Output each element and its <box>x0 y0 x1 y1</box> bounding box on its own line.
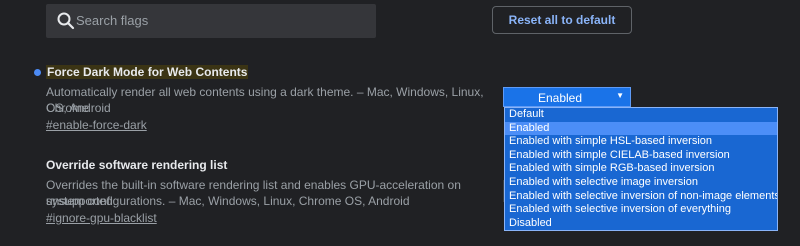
flag-link-force-dark[interactable]: #enable-force-dark <box>46 118 147 132</box>
search-icon <box>57 12 75 30</box>
chevron-down-icon: ▼ <box>616 91 624 100</box>
option-selective-image-inversion[interactable]: Enabled with selective image inversion <box>505 176 777 190</box>
option-disabled[interactable]: Disabled <box>505 217 777 230</box>
select-value: Enabled <box>537 91 583 105</box>
option-rgb-inversion[interactable]: Enabled with simple RGB-based inversion <box>505 162 777 176</box>
search-box[interactable]: Search flags <box>46 4 376 38</box>
flag-description-line-2: OS, Android <box>46 101 111 115</box>
force-dark-select[interactable]: Enabled ▼ <box>503 87 631 107</box>
option-default[interactable]: Default <box>505 108 777 122</box>
force-dark-dropdown-list[interactable]: Default Enabled Enabled with simple HSL-… <box>504 107 778 231</box>
flag-description-line-2: system configurations. – Mac, Windows, L… <box>46 194 410 208</box>
flag-title-force-dark: Force Dark Mode for Web Contents <box>46 65 249 79</box>
option-hsl-inversion[interactable]: Enabled with simple HSL-based inversion <box>505 135 777 149</box>
option-non-image-inversion[interactable]: Enabled with selective inversion of non-… <box>505 190 777 204</box>
flag-title-override-software-rendering: Override software rendering list <box>46 158 228 172</box>
flags-page: Search flags Reset all to default Force … <box>0 0 800 246</box>
option-cielab-inversion[interactable]: Enabled with simple CIELAB-based inversi… <box>505 149 777 163</box>
modified-indicator <box>34 69 41 76</box>
option-everything-inversion[interactable]: Enabled with selective inversion of ever… <box>505 203 777 217</box>
reset-all-button[interactable]: Reset all to default <box>492 6 632 34</box>
option-enabled[interactable]: Enabled <box>505 121 777 136</box>
search-input[interactable]: Search flags <box>76 13 148 28</box>
flag-link-ignore-gpu-blacklist[interactable]: #ignore-gpu-blacklist <box>46 211 157 225</box>
